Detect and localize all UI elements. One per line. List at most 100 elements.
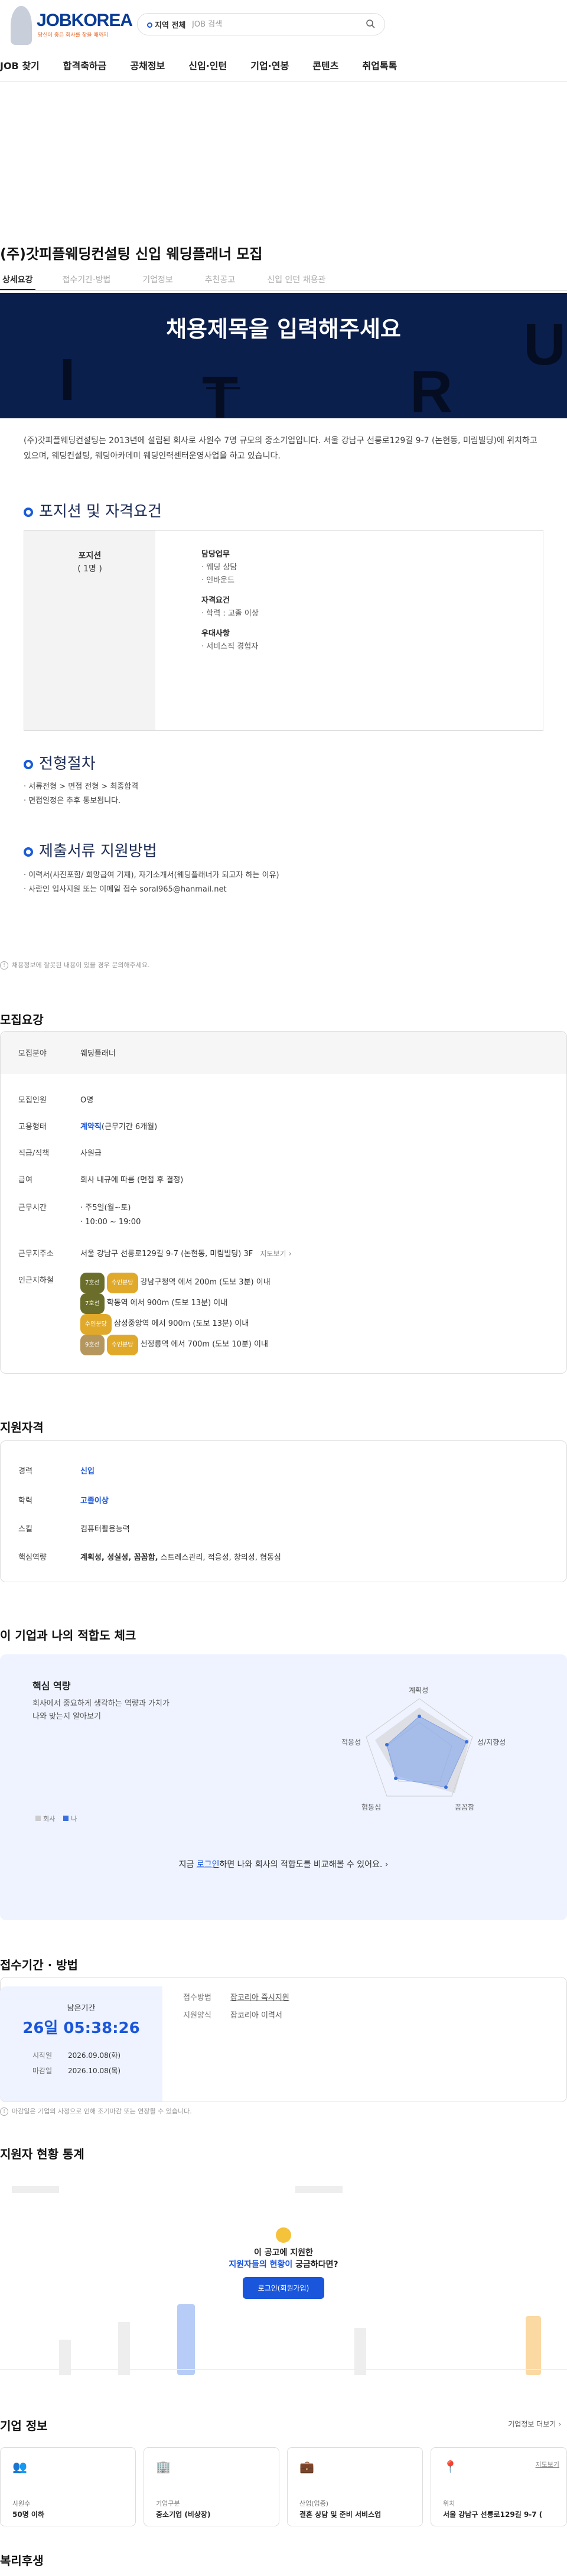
row-label: 경력 (18, 1467, 32, 1476)
line-badge: 7호선 (80, 1293, 105, 1314)
section-label: 전형절차 (39, 755, 96, 773)
company-card: 💼 산업(업종) 결혼 상담 및 준비 서비스업 (287, 2447, 423, 2526)
employment-type[interactable]: 계약직 (80, 1123, 102, 1131)
job-banner: 채용제목을 입력해주세요 I _ T R U (0, 293, 567, 418)
map-link[interactable]: 지도보기 (536, 2460, 559, 2469)
company-more-link[interactable]: 기업정보 더보기 › (508, 2419, 561, 2429)
subway-text: 학동역 에서 900m (도보 13분) 이내 (106, 1299, 228, 1307)
radar-axis-label: 협동심 (361, 1803, 382, 1811)
row-value: 회사 내규에 따름 (면접 후 결정) (80, 1176, 184, 1185)
stats-q2: 지원자들의 현황이 (229, 2260, 293, 2269)
line-badge: 수인분당 (80, 1314, 112, 1335)
card-value: 결혼 상담 및 준비 서비스업 (299, 2510, 382, 2519)
row-label: 모집분야 (18, 1049, 47, 1058)
logo-slogan: 당신이 좋은 회사를 찾을 때까지 (38, 32, 109, 38)
search-input[interactable] (192, 17, 363, 31)
search-icon[interactable] (366, 19, 375, 28)
work-days: · 주5일(월~토) (80, 1204, 131, 1212)
start-label: 시작일 (32, 2051, 53, 2060)
bullet-icon (24, 847, 33, 857)
nav-job[interactable]: JOB 찾기 (0, 54, 40, 81)
section-label: 제출서류 지원방법 (39, 843, 157, 860)
info-icon: ! (0, 961, 8, 970)
process-text: · 서류전형 > 면접 전형 > 최종합격 · 면접일정은 추후 통보됩니다. (24, 780, 138, 808)
legend-swatch-company (35, 1816, 41, 1821)
radar-point (385, 1743, 389, 1746)
tab-company[interactable]: 기업정보 (138, 271, 178, 290)
notice-text: 채용정보에 잘못된 내용이 있을 경우 문의해주세요. (12, 961, 150, 969)
docs-line: · 사람인 입사지원 또는 이메일 접수 soral965@hanmail.ne… (24, 885, 227, 894)
stats-q: 이 공고에 지원한 (254, 2248, 313, 2258)
section-docs-title: 제출서류 지원방법 (24, 839, 157, 861)
section-position-title: 포지션 및 자격요건 (24, 499, 162, 521)
cta-post: 하면 나와 회사의 적합도를 비교해볼 수 있어요. (219, 1860, 383, 1869)
line-badge: 수인분당 (106, 1273, 138, 1293)
docs-line: · 이력서(사진포함/ 희망급여 기재), 자기소개서(웨딩플래너가 되고자 하… (24, 871, 279, 880)
row-label: 스킬 (18, 1525, 32, 1534)
subway-text: 선정릉역 에서 700m (도보 10분) 이내 (140, 1340, 268, 1349)
map-link[interactable]: 지도보기 (260, 1250, 286, 1258)
card-label: 사원수 (12, 2500, 31, 2507)
radar-axis-label: 꼼꼼함 (455, 1803, 475, 1811)
duty-heading: 담당업무 (201, 550, 230, 559)
blur-block (295, 2186, 343, 2193)
form-value: 잡코리아 이력서 (230, 2011, 282, 2020)
company-card: 🏢 기업구분 중소기업 (비상장) (144, 2447, 279, 2526)
apply-link[interactable]: 잡코리아 즉시지원 (230, 1991, 289, 2002)
pref-item: · 서비스직 경험자 (201, 642, 259, 651)
employment-period: (근무기간 6개월) (101, 1123, 158, 1131)
career-value: 신입 (80, 1467, 94, 1476)
row-value: 계약직(근무기간 6개월) (80, 1120, 157, 1131)
remaining-time: 26일 05:38:26 (22, 2019, 140, 2037)
company-title: 기업 정보 (0, 2419, 48, 2433)
row-label: 학력 (18, 1497, 32, 1505)
tab-recommend[interactable]: 추천공고 (200, 271, 240, 290)
job-title: (주)갓피플웨딩컨설팅 신입 웨딩플래너 모집 (0, 246, 263, 262)
row-label: 고용형태 (18, 1123, 47, 1131)
fit-box: 핵심 역량 회사에서 중요하게 생각하는 역량과 가치가 나와 맞는지 알아보기… (0, 1654, 567, 1920)
line-badge: 수인분당 (106, 1335, 138, 1355)
tab-intern[interactable]: 신입 인턴 채용관 (262, 271, 330, 290)
logo[interactable]: JOBKOREA (37, 11, 133, 31)
login-button[interactable]: 로그인(회원가입) (242, 2277, 325, 2299)
company-card: 👥 사원수 50명 이하 (0, 2447, 136, 2526)
error-report-notice[interactable]: ! 채용정보에 잘못된 내용이 있을 경우 문의해주세요. (0, 960, 150, 970)
blur-axis (0, 2369, 567, 2370)
subway-item: 수인분당 삼성중앙역 에서 900m (도보 13분) 이내 (80, 1314, 271, 1335)
tab-detail[interactable]: 상세요강 (0, 271, 35, 290)
end-date: 2026.10.08(목) (68, 2067, 121, 2075)
blur-bar (177, 2304, 195, 2375)
position-detail: 담당업무 · 웨딩 상담 · 인바운드 자격요건 · 학력 : 고졸 이상 우대… (155, 531, 543, 730)
nav-contents[interactable]: 콘텐츠 (312, 54, 338, 81)
nav-public[interactable]: 공채정보 (130, 54, 165, 81)
subway-item: 7호선 수인분당 강남구청역 에서 200m (도보 3분) 이내 (80, 1273, 271, 1293)
card-label: 산업(업종) (299, 2500, 329, 2507)
chevron-right-icon: › (556, 2420, 561, 2428)
nav-intern[interactable]: 신입·인턴 (188, 54, 227, 81)
blur-bar (354, 2328, 366, 2375)
notice-text: 마감일은 기업의 사정으로 인해 조기마감 또는 연장될 수 있습니다. (12, 2107, 192, 2115)
section-label: 포지션 및 자격요건 (39, 503, 162, 521)
header: JOBKOREA 당신이 좋은 회사를 찾을 때까지 지역 전체 (0, 0, 567, 52)
nav-company[interactable]: 기업·연봉 (250, 54, 289, 81)
deadline-notice: ! 마감일은 기업의 사정으로 인해 조기마감 또는 연장될 수 있습니다. (0, 2106, 192, 2116)
login-link[interactable]: 로그인 (197, 1860, 220, 1869)
subway-text: 삼성중앙역 에서 900m (도보 13분) 이내 (113, 1319, 249, 1328)
section-process-title: 전형절차 (24, 752, 96, 773)
search-box: 지역 전체 (137, 13, 385, 35)
line-badge: 9호선 (80, 1335, 105, 1355)
tab-period[interactable]: 접수기간·방법 (58, 271, 116, 290)
pin-icon: 📍 (443, 2460, 458, 2474)
nav-talk[interactable]: 취업톡톡 (362, 54, 397, 81)
form-label: 지원양식 (183, 2011, 211, 2020)
fit-cta[interactable]: 지금 로그인하면 나와 회사의 적합도를 비교해볼 수 있어요. › (0, 1858, 567, 1870)
legend-swatch-me (63, 1816, 69, 1821)
blur-bar (59, 2340, 71, 2375)
chart-legend: 회사 나 (35, 1814, 77, 1823)
pref-heading: 우대사항 (201, 629, 230, 638)
nav-bonus[interactable]: 합격축하금 (63, 54, 107, 81)
req-item: · 학력 : 고졸 이상 (201, 609, 259, 618)
position-count: ( 1명 ) (77, 564, 102, 574)
summary-card: 모집분야 웨딩플래너 모집인원 O명 고용형태 계약직(근무기간 6개월) 직급… (0, 1031, 567, 1374)
region-selector[interactable]: 지역 전체 (147, 19, 185, 30)
